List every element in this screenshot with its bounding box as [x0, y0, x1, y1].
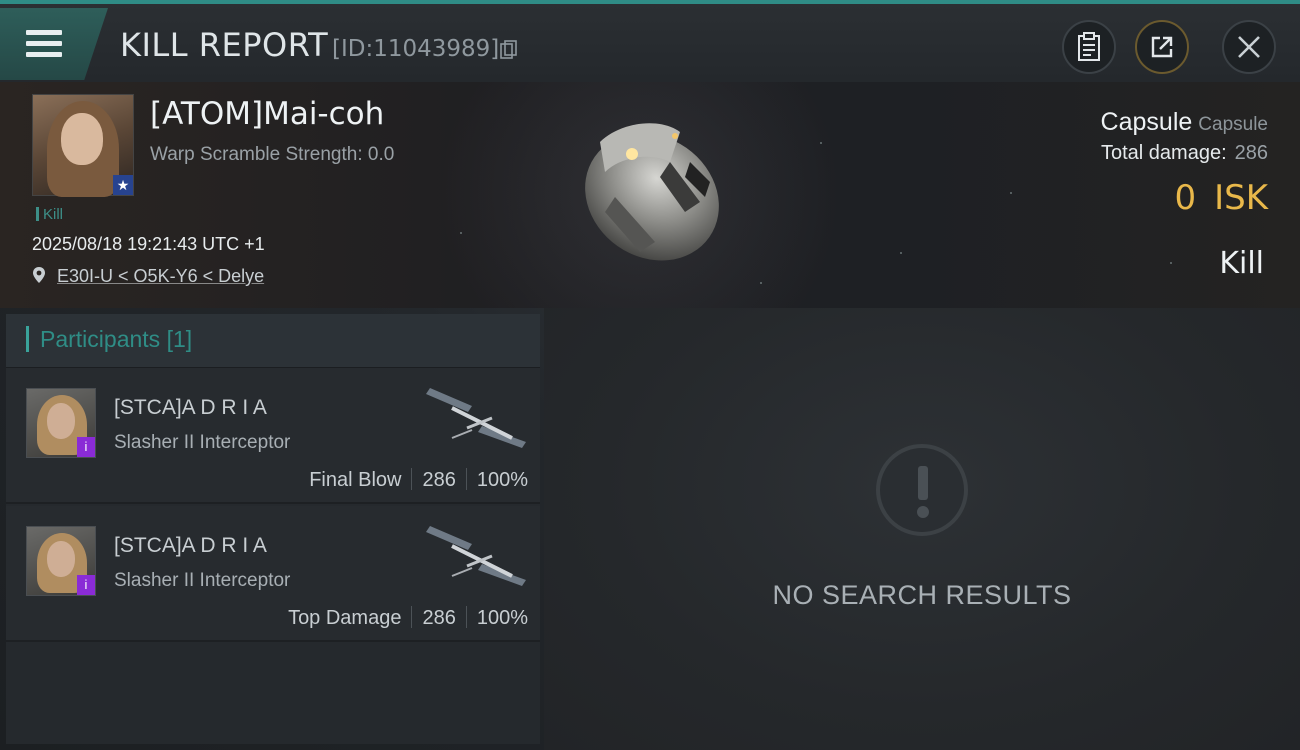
pilot-badge-icon: i [77, 437, 95, 457]
participant-ship: Slasher II Interceptor [114, 432, 291, 453]
participant-row[interactable]: i [STCA]A D R I A Slasher II Interceptor… [6, 368, 540, 504]
interceptor-ship-image [426, 388, 526, 448]
close-icon [1238, 36, 1260, 58]
participant-name: [STCA]A D R I A [114, 534, 267, 557]
clipboard-icon [1078, 32, 1100, 61]
victim-ship-name: Capsule [1100, 108, 1193, 136]
share-button[interactable] [1135, 20, 1189, 74]
no-results-message: NO SEARCH RESULTS [772, 580, 1072, 610]
participant-row[interactable]: i [STCA]A D R I A Slasher II Interceptor… [6, 506, 540, 642]
close-button[interactable] [1222, 20, 1276, 74]
victim-ship-class: Capsule [1198, 114, 1268, 135]
participant-percent: 100% [476, 607, 528, 629]
participant-stats: Final Blow 286 100% [309, 468, 528, 492]
participant-stats: Top Damage 286 100% [288, 606, 528, 630]
results-panel: NO SEARCH RESULTS [544, 308, 1300, 750]
total-damage-value: 286 [1234, 142, 1268, 164]
interceptor-ship-image [426, 526, 526, 586]
kill-location[interactable]: E30I-U < O5K-Y6 < Delye [32, 266, 264, 287]
victim-ship: Capsule Capsule [1101, 108, 1268, 137]
pilot-badge-icon: i [77, 575, 95, 595]
victim-portrait[interactable]: ★ [32, 94, 134, 197]
kill-tag: Kill [36, 206, 63, 223]
copy-icon[interactable] [500, 40, 517, 60]
participant-damage: 286 [422, 607, 456, 629]
star-icon: ★ [113, 175, 133, 195]
menu-icon [26, 30, 62, 58]
total-damage-label: Total damage: [1100, 142, 1227, 164]
participants-count: [1] [166, 326, 193, 352]
participant-damage: 286 [422, 469, 456, 491]
isk-amount: 0 [1174, 178, 1197, 218]
victim-name[interactable]: [ATOM]Mai-coh [150, 96, 384, 132]
total-damage: Total damage: 286 [1101, 142, 1268, 165]
capsule-ship-image [585, 123, 719, 261]
participants-label: Participants [1] [40, 326, 193, 352]
participant-avatar[interactable]: i [26, 388, 96, 458]
participant-role: Top Damage [288, 607, 402, 629]
participant-percent: 100% [476, 469, 528, 491]
page-title: KILL REPORT [120, 26, 329, 64]
header-bar: KILL REPORT [ID:11043989] [0, 0, 1300, 82]
participant-name: [STCA]A D R I A [114, 396, 267, 419]
participant-avatar[interactable]: i [26, 526, 96, 596]
participant-ship: Slasher II Interceptor [114, 570, 291, 591]
menu-button[interactable] [0, 8, 108, 80]
participants-header: Participants [1] [6, 314, 540, 368]
location-link[interactable]: E30I-U < O5K-Y6 < Delye [57, 266, 264, 286]
location-pin-icon [33, 267, 45, 283]
isk-value: 0 ISK [1174, 178, 1268, 218]
clipboard-button[interactable] [1062, 20, 1116, 74]
participants-panel: Participants [1] i [STCA]A D R I A Slash… [6, 314, 540, 744]
isk-unit: ISK [1214, 178, 1268, 218]
kill-result: Kill [1219, 246, 1264, 281]
share-icon [1151, 36, 1173, 58]
report-id: [ID:11043989] [332, 36, 500, 62]
victim-panel: ★ [ATOM]Mai-coh Warp Scramble Strength: … [0, 82, 1300, 308]
alert-icon [876, 444, 968, 536]
participant-role: Final Blow [309, 469, 402, 491]
kill-timestamp: 2025/08/18 19:21:43 UTC +1 [32, 234, 265, 254]
warp-scramble-strength: Warp Scramble Strength: 0.0 [150, 144, 395, 165]
